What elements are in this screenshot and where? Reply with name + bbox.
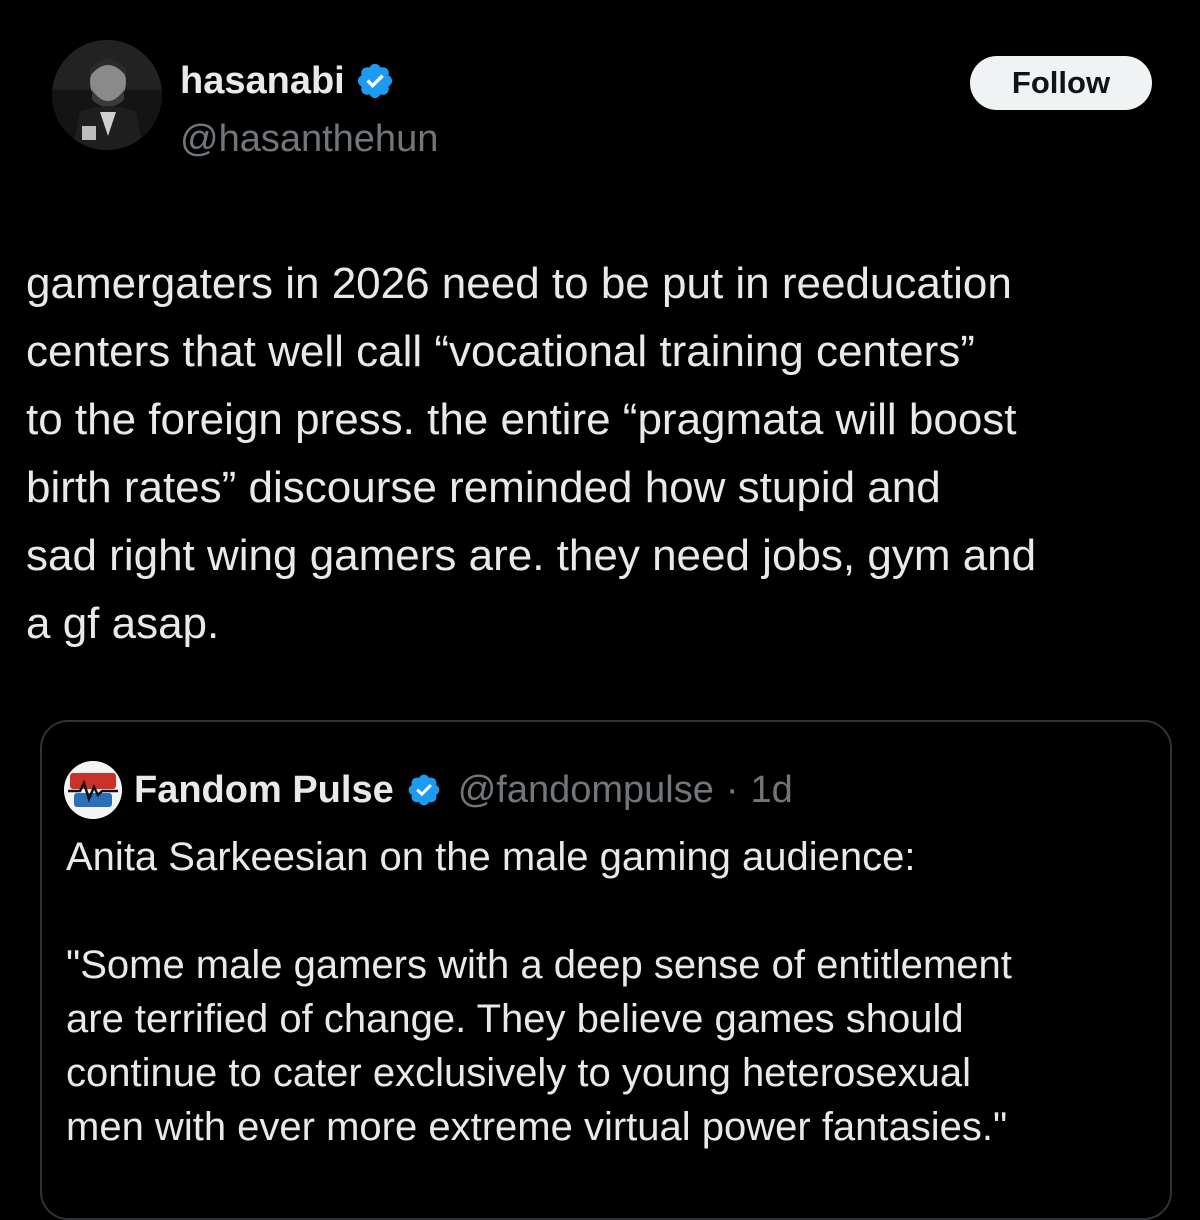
quoted-post-card[interactable]: Fandom Pulse @fandompulse · 1d Anita Sar…: [40, 720, 1172, 1220]
post-text: gamergaters in 2026 need to be put in re…: [26, 259, 1037, 648]
author-name-row: hasanabi: [180, 58, 395, 104]
fandom-pulse-logo-icon: [64, 761, 122, 819]
author-display-name[interactable]: hasanabi: [180, 58, 345, 104]
verified-badge-icon: [355, 61, 395, 101]
author-avatar[interactable]: [52, 40, 162, 150]
quoted-author-display-name[interactable]: Fandom Pulse: [134, 769, 394, 812]
verified-badge-icon: [406, 772, 442, 808]
follow-button[interactable]: Follow: [970, 56, 1152, 110]
post: hasanabi @hasanthehun Follow gamergaters…: [0, 0, 1200, 1220]
quoted-author-avatar[interactable]: [64, 761, 122, 819]
avatar-photo: [52, 40, 162, 150]
quoted-meta-separator: ·: [725, 768, 739, 811]
quoted-author-handle[interactable]: @fandompulse: [458, 769, 714, 812]
quoted-post-header: Fandom Pulse @fandompulse · 1d: [64, 760, 793, 820]
author-handle[interactable]: @hasanthehun: [180, 116, 438, 162]
quoted-post-text: Anita Sarkeesian on the male gaming audi…: [66, 835, 1012, 1149]
quoted-post-timestamp[interactable]: 1d: [751, 769, 793, 812]
